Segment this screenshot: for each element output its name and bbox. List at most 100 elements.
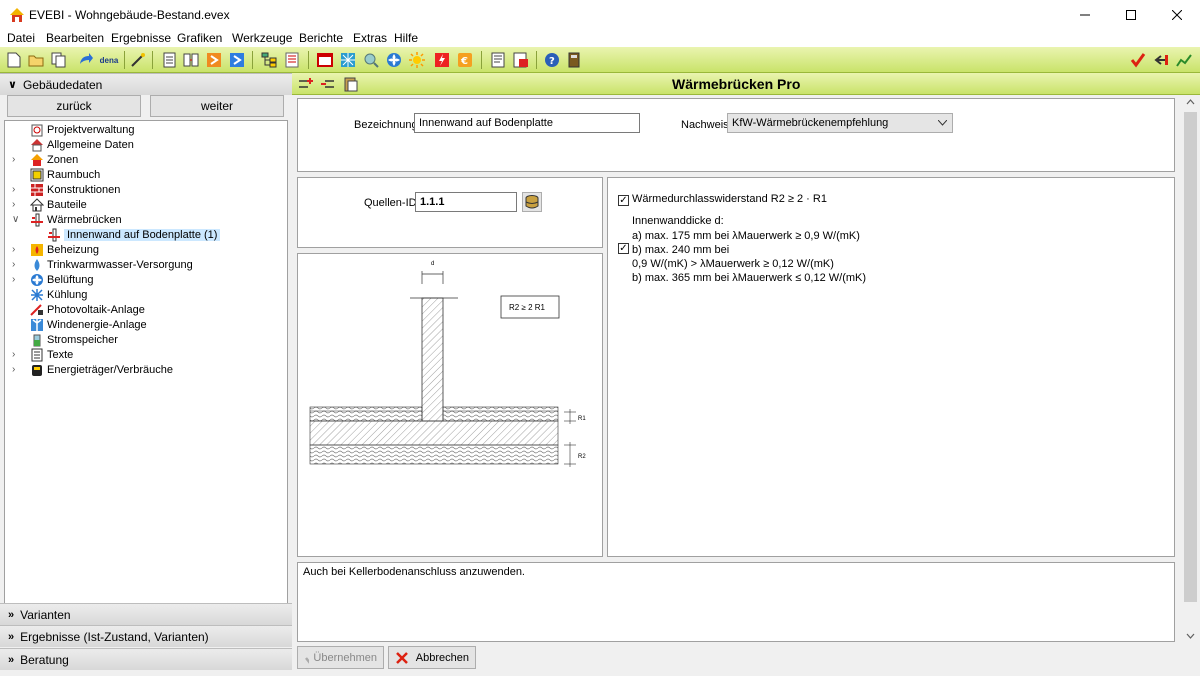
tree-item-allgemeine-daten[interactable]: Allgemeine Daten	[30, 137, 134, 152]
close-window-button[interactable]	[1154, 0, 1200, 30]
tree-item-zonen[interactable]: Zonen	[30, 152, 78, 167]
add-row-icon[interactable]	[296, 75, 314, 93]
remove-row-icon[interactable]	[319, 75, 337, 93]
vertical-scrollbar[interactable]	[1182, 95, 1199, 654]
lightning-icon[interactable]	[433, 51, 451, 69]
euro-icon[interactable]: €	[456, 51, 474, 69]
open-folder-icon[interactable]	[27, 51, 45, 69]
tree-item-texte[interactable]: Texte	[30, 347, 73, 362]
tree-item-trinkwarmwasser[interactable]: Trinkwarmwasser-Versorgung	[30, 257, 193, 272]
battery-icon	[33, 334, 41, 346]
pattern-grid-icon[interactable]	[339, 51, 357, 69]
detail-toolbar: Wärmebrücken Pro	[292, 73, 1200, 95]
list-tree-icon[interactable]	[283, 51, 301, 69]
scroll-down-icon[interactable]	[1186, 633, 1195, 639]
expand-icon[interactable]: ›	[12, 242, 21, 257]
section-gebaeudedaten[interactable]: ∨ Gebäudedaten	[0, 73, 292, 95]
report-icon[interactable]	[489, 51, 507, 69]
tree-item-raumbuch[interactable]: Raumbuch	[30, 167, 100, 182]
paste-icon[interactable]	[342, 75, 360, 93]
criteria-line-b3: b) max. 365 mm bei λMauerwerk ≤ 0,12 W/(…	[632, 272, 867, 284]
help-icon[interactable]: ?	[543, 51, 561, 69]
menu-werkzeuge[interactable]: Werkzeuge	[232, 31, 292, 45]
dena-icon[interactable]: dena	[98, 51, 120, 69]
chart-line-icon[interactable]	[1175, 51, 1193, 69]
tree-item-belueftung[interactable]: Belüftung	[30, 272, 93, 287]
tree-item-stromspeicher[interactable]: Stromspeicher	[30, 332, 118, 347]
note-textarea[interactable]: Auch bei Kellerbodenanschluss anzuwenden…	[297, 562, 1175, 642]
orange-step-icon[interactable]	[205, 51, 223, 69]
tree-item-projektverwaltung[interactable]: Projektverwaltung	[30, 122, 134, 137]
copy-icon[interactable]	[50, 51, 68, 69]
tree-item-photovoltaik[interactable]: Photovoltaik-Anlage	[30, 302, 145, 317]
calculator-icon[interactable]	[565, 51, 583, 69]
scroll-up-icon[interactable]	[1186, 99, 1195, 105]
section-beratung[interactable]: » Beratung	[0, 648, 292, 670]
constructions-icon	[31, 183, 43, 196]
check-icon[interactable]	[1129, 51, 1147, 69]
left-panel: ∨ Gebäudedaten zurück weiter Projektverw…	[0, 73, 292, 676]
window-red-icon[interactable]	[316, 51, 334, 69]
expand-icon[interactable]: ›	[12, 257, 21, 272]
expand-icon[interactable]: ›	[12, 362, 21, 377]
minimize-icon	[1080, 14, 1090, 16]
search-globe-icon[interactable]	[362, 51, 380, 69]
tree-item-waermebruecken[interactable]: Wärmebrücken	[30, 212, 122, 227]
toolbar-separator	[481, 51, 482, 69]
maximize-button[interactable]	[1108, 0, 1154, 30]
minimize-button[interactable]	[1062, 0, 1108, 30]
document-icon[interactable]	[160, 51, 178, 69]
menu-datei[interactable]: Datei	[7, 31, 35, 45]
title-bar: EVEBI - Wohngebäude-Bestand.evex	[0, 0, 1200, 30]
collapse-icon[interactable]: ∨	[12, 212, 21, 227]
section-varianten[interactable]: » Varianten	[0, 603, 292, 625]
tree-label: Windenergie-Anlage	[47, 318, 147, 331]
new-file-icon[interactable]	[5, 51, 23, 69]
section-ergebnisse[interactable]: » Ergebnisse (Ist-Zustand, Varianten)	[0, 625, 292, 647]
inner-wall	[421, 297, 444, 422]
wall-thickness-checkbox[interactable]: ✓	[618, 243, 629, 254]
toolbar-separator	[252, 51, 253, 69]
expand-icon[interactable]: ›	[12, 152, 21, 167]
cancel-button[interactable]: Abbrechen	[388, 646, 476, 669]
tree-label: Trinkwarmwasser-Versorgung	[47, 258, 193, 271]
menu-extras[interactable]: Extras	[353, 31, 387, 45]
hierarchy-icon[interactable]	[260, 51, 278, 69]
source-lookup-button[interactable]	[522, 192, 542, 212]
scrollbar-thumb[interactable]	[1184, 112, 1197, 602]
menu-berichte[interactable]: Berichte	[299, 31, 343, 45]
tree-item-innenwand-auf-bodenplatte[interactable]: Innenwand auf Bodenplatte (1)	[47, 227, 221, 242]
tree-item-beheizung[interactable]: Beheizung	[30, 242, 99, 257]
expand-icon[interactable]: ›	[12, 182, 21, 197]
wand-icon[interactable]	[129, 51, 147, 69]
next-button[interactable]: weiter	[150, 95, 284, 117]
tree-label: Bauteile	[47, 198, 87, 211]
bezeichnung-input[interactable]: Innenwand auf Bodenplatte	[414, 113, 640, 133]
structure-icon[interactable]	[182, 51, 200, 69]
back-button[interactable]: zurück	[7, 95, 141, 117]
menu-bearbeiten[interactable]: Bearbeiten	[46, 31, 104, 45]
tree-item-energietraeger[interactable]: Energieträger/Verbräuche	[30, 362, 173, 377]
fan-icon[interactable]	[385, 51, 403, 69]
expand-icon[interactable]: ›	[12, 272, 21, 287]
tree-item-bauteile[interactable]: Bauteile	[30, 197, 87, 212]
back-arrow-icon[interactable]	[1152, 51, 1170, 69]
report-image-icon[interactable]	[512, 51, 530, 69]
criteria-line-b2: 0,9 W/(mK) > λMauerwerk ≥ 0,12 W/(mK)	[632, 258, 834, 270]
menu-hilfe[interactable]: Hilfe	[394, 31, 418, 45]
expand-icon[interactable]: ›	[12, 347, 21, 362]
menu-grafiken[interactable]: Grafiken	[177, 31, 222, 45]
tree-item-windenergie[interactable]: Windenergie-Anlage	[30, 317, 147, 332]
export-arrow-icon[interactable]	[77, 51, 95, 69]
tree-item-konstruktionen[interactable]: Konstruktionen	[30, 182, 120, 197]
apply-button[interactable]: Übernehmen	[297, 646, 384, 669]
tree-item-kuehlung[interactable]: Kühlung	[30, 287, 87, 302]
quellen-id-input[interactable]: 1.1.1	[415, 192, 517, 212]
nachweis-select[interactable]: KfW-Wärmebrückenempfehlung	[727, 113, 953, 133]
expand-icon[interactable]: ›	[12, 197, 21, 212]
window-title: EVEBI - Wohngebäude-Bestand.evex	[29, 8, 230, 22]
r-condition-checkbox[interactable]: ✓	[618, 195, 629, 206]
blue-step-icon[interactable]	[228, 51, 246, 69]
menu-ergebnisse[interactable]: Ergebnisse	[111, 31, 171, 45]
sun-icon[interactable]	[408, 51, 426, 69]
